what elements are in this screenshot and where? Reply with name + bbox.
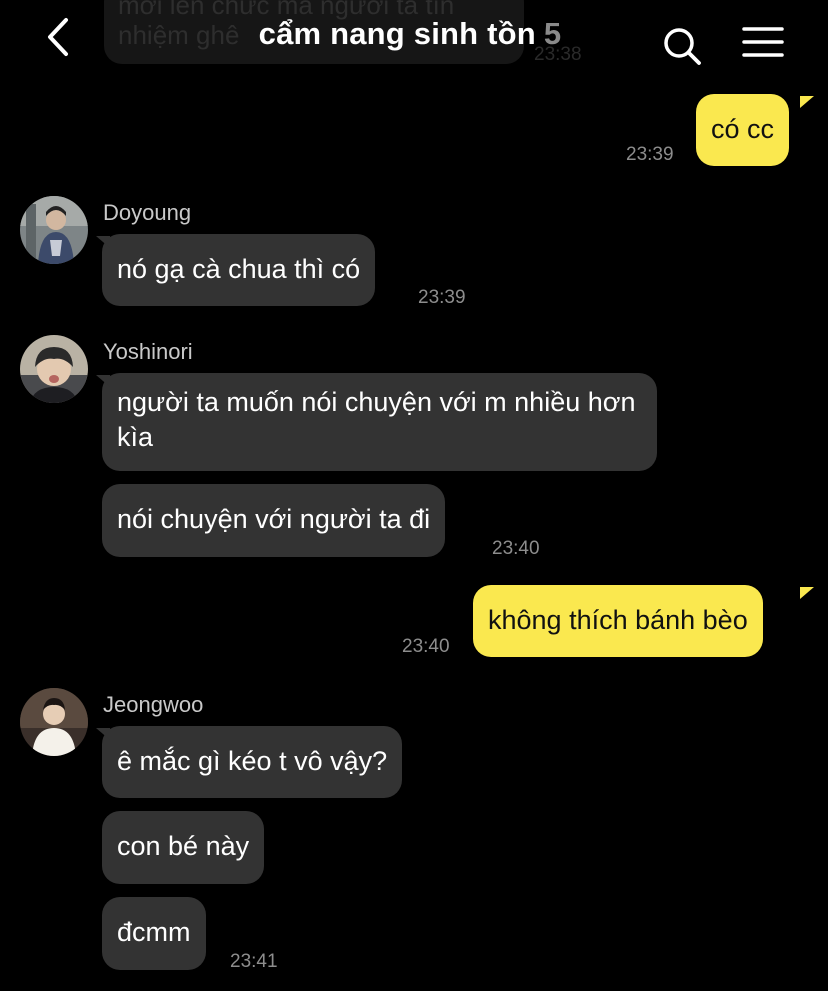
incoming-message-bubble[interactable]: người ta muốn nói chuyện với m nhiều hơn… — [102, 373, 657, 471]
incoming-message-bubble[interactable]: nó gạ cà chua thì có — [102, 234, 376, 306]
avatar-photo — [20, 196, 88, 264]
bubble-tail — [96, 375, 110, 387]
message-text: có cc — [711, 114, 775, 144]
chevron-left-icon — [48, 18, 68, 56]
message-text: nói chuyện với người ta đi — [117, 504, 431, 534]
incoming-message-bubble[interactable]: con bé này — [102, 811, 265, 884]
message-text: con bé này — [117, 831, 250, 861]
message-time: 23:39 — [418, 287, 466, 308]
search-button[interactable] — [660, 24, 704, 68]
message-text: nó gạ cà chua thì có — [117, 254, 361, 284]
avatar-photo — [20, 335, 88, 403]
outgoing-message-bubble[interactable]: có cc — [696, 94, 790, 166]
message-time: 23:40 — [402, 636, 450, 657]
bubble-tail — [800, 96, 814, 108]
bubble-tail — [800, 587, 814, 599]
message-time: 23:41 — [230, 951, 278, 972]
hamburger-menu-icon — [742, 27, 784, 57]
menu-button[interactable] — [740, 24, 786, 62]
message-time: 23:39 — [626, 144, 674, 165]
message-text: đcmm — [117, 917, 191, 947]
message-text: không thích bánh bèo — [488, 605, 748, 635]
sender-name: Yoshinori — [103, 339, 193, 364]
message-text: người ta muốn nói chuyện với m nhiều hơn… — [117, 387, 636, 452]
message-time: 23:40 — [492, 538, 540, 559]
sender-name: Jeongwoo — [103, 692, 204, 717]
sender-name: Doyoung — [103, 200, 192, 225]
member-count: 5 — [543, 16, 562, 51]
outgoing-message-bubble[interactable]: không thích bánh bèo — [473, 585, 763, 657]
incoming-message-bubble[interactable]: ê mắc gì kéo t vô vậy? — [102, 726, 403, 798]
search-icon — [664, 28, 701, 65]
avatar-jeongwoo[interactable] — [20, 688, 88, 756]
bubble-tail — [96, 728, 110, 740]
chat-title: cẩm nang sinh tồn 5 — [200, 16, 620, 52]
back-button[interactable] — [38, 14, 82, 60]
incoming-message-bubble[interactable]: nói chuyện với người ta đi — [102, 484, 446, 557]
avatar-yoshinori[interactable] — [20, 335, 88, 403]
incoming-message-bubble[interactable]: đcmm — [102, 897, 206, 970]
avatar-photo — [20, 688, 88, 756]
avatar-doyoung[interactable] — [20, 196, 88, 264]
message-text: ê mắc gì kéo t vô vậy? — [117, 746, 388, 776]
bubble-tail — [96, 236, 110, 248]
chat-title-text: cẩm nang sinh tồn — [258, 16, 536, 51]
